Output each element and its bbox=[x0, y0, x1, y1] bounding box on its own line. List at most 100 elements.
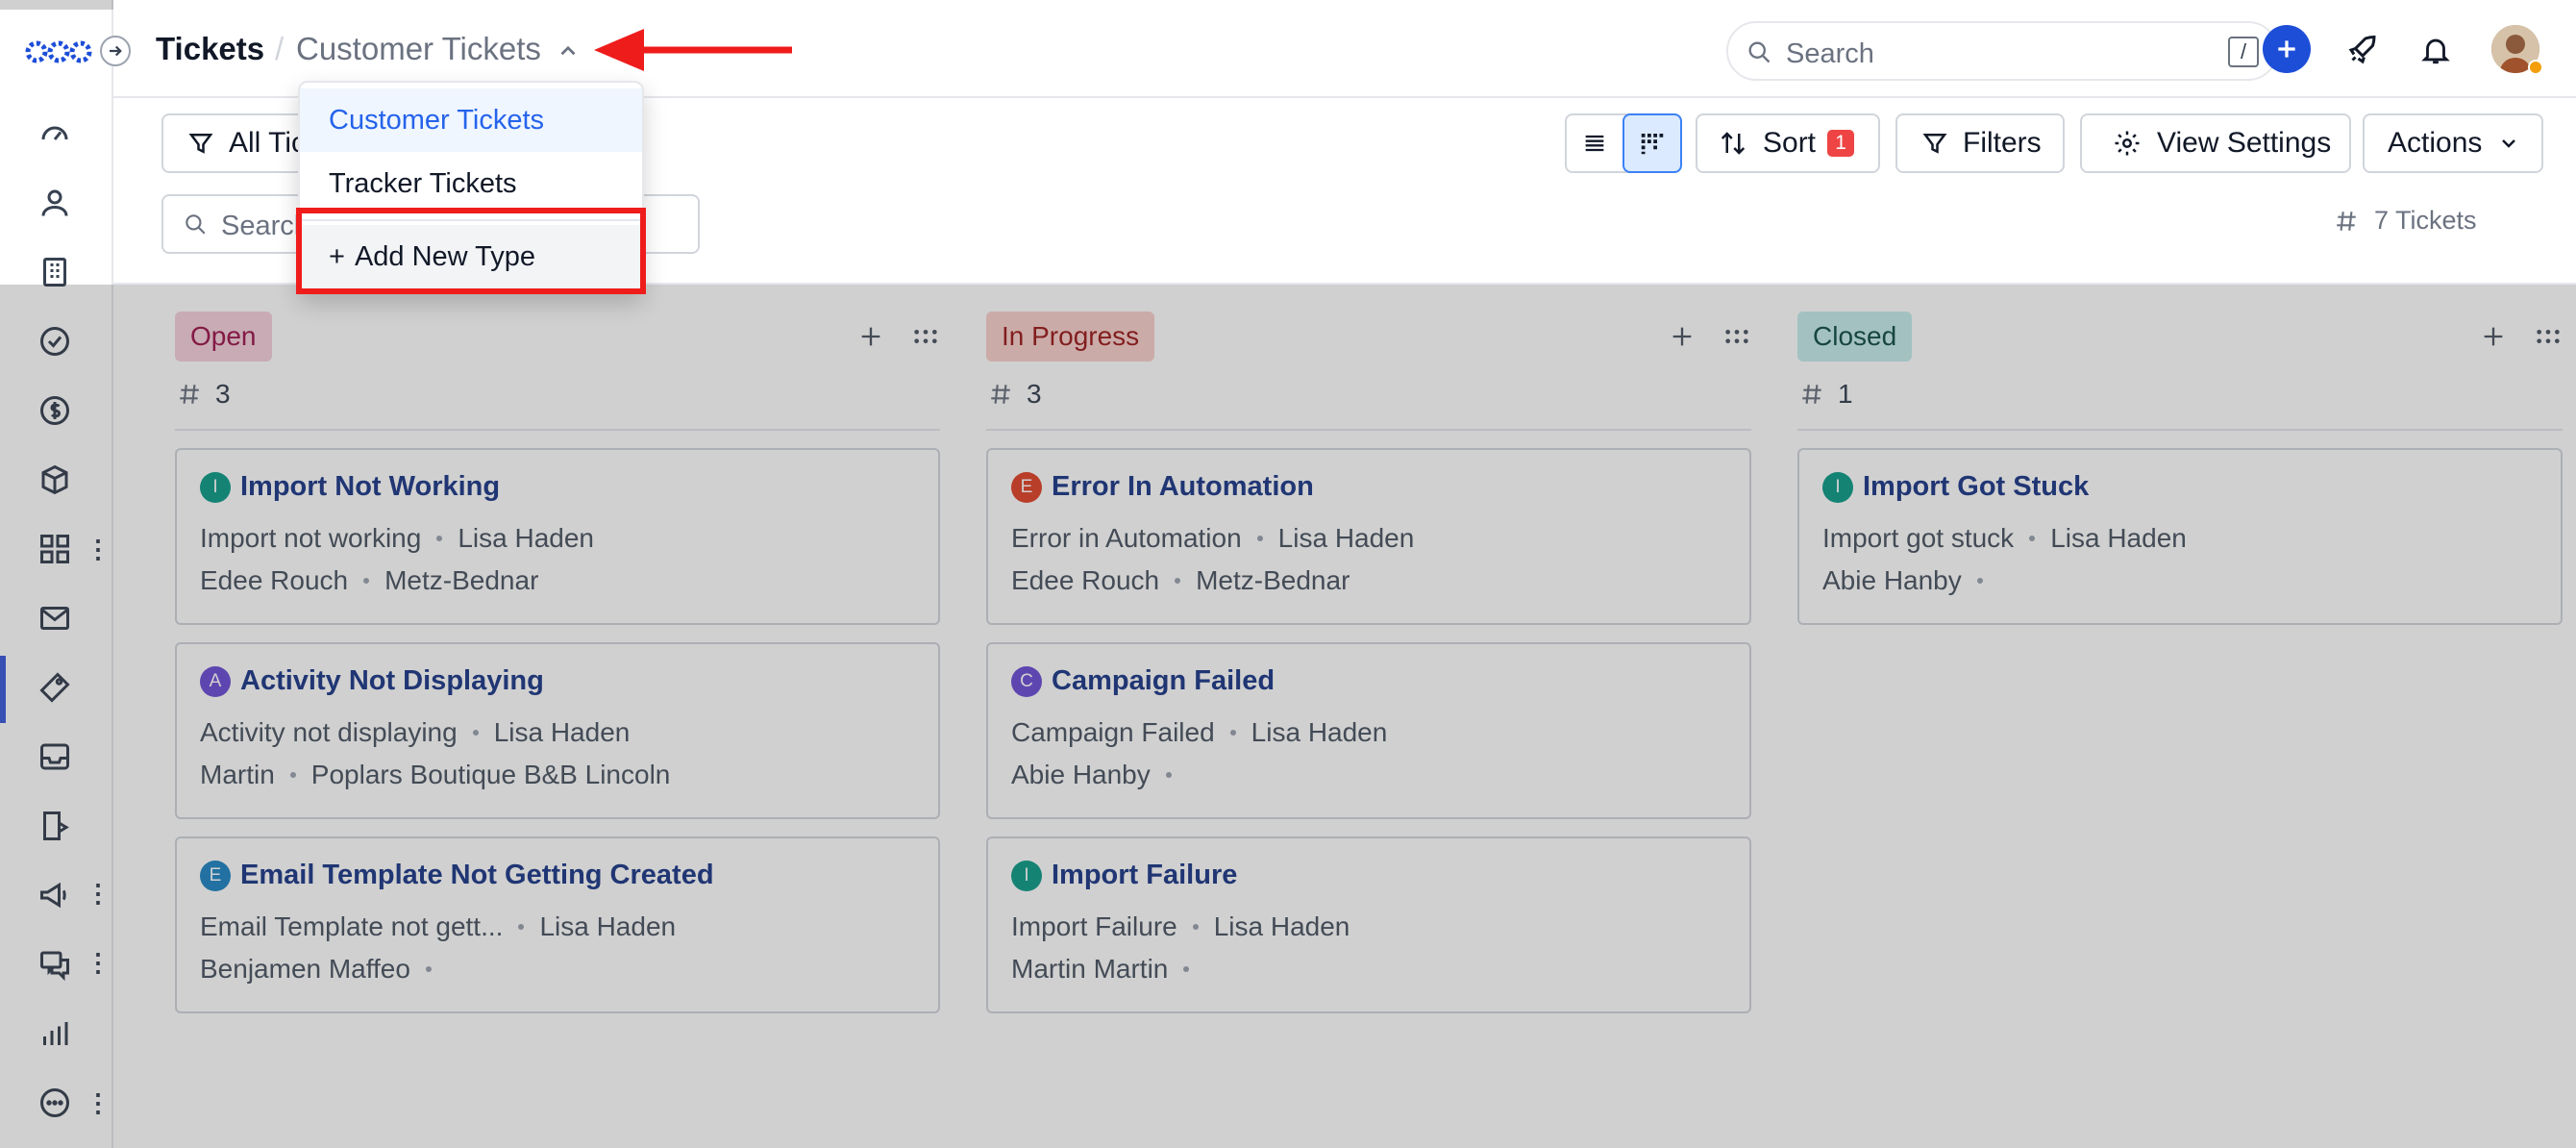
separator-dot bbox=[436, 536, 443, 541]
chevron-up-icon[interactable] bbox=[556, 38, 581, 63]
sort-button[interactable]: Sort 1 bbox=[1696, 113, 1880, 173]
apps-more-icon[interactable]: ⋮ bbox=[86, 533, 111, 565]
ticket-title[interactable]: Activity Not Displaying bbox=[240, 665, 544, 697]
mail-icon[interactable] bbox=[31, 594, 79, 642]
campaigns-more-icon[interactable]: ⋮ bbox=[86, 877, 111, 910]
bell-icon[interactable] bbox=[2415, 29, 2457, 71]
ticket-card[interactable]: C Campaign Failed Campaign Failed Lisa Ha… bbox=[986, 642, 1751, 819]
sort-count-badge: 1 bbox=[1827, 130, 1855, 157]
annotation-arrow-icon bbox=[594, 29, 792, 71]
arrow-right-icon bbox=[110, 45, 122, 57]
rocket-icon[interactable] bbox=[2341, 29, 2384, 71]
add-card-icon[interactable] bbox=[2480, 323, 2507, 350]
inbox-icon[interactable] bbox=[31, 733, 79, 781]
kanban-board: Open 3 I Import Not Working Import not w… bbox=[113, 285, 2576, 1148]
ticket-contact: Edee Rouch bbox=[200, 565, 349, 595]
ticket-title[interactable]: Campaign Failed bbox=[1052, 665, 1275, 697]
ticket-assignee: Lisa Haden bbox=[1251, 717, 1388, 747]
gear-icon bbox=[2115, 131, 2140, 156]
column-divider bbox=[1797, 429, 2563, 431]
ticket-badge: I bbox=[200, 471, 231, 503]
add-card-icon[interactable] bbox=[857, 323, 884, 350]
ticket-card[interactable]: I Import Got Stuck Import got stuck Lisa … bbox=[1797, 448, 2563, 625]
column-status-pill: Closed bbox=[1797, 312, 1913, 362]
column-in-progress: In Progress 3 E Error In Automation Erro… bbox=[925, 285, 1751, 1148]
add-card-icon[interactable] bbox=[1669, 323, 1696, 350]
column-count-value: 3 bbox=[1027, 379, 1042, 409]
ticket-title[interactable]: Import Got Stuck bbox=[1863, 471, 2089, 503]
ticket-subject: Campaign Failed bbox=[1011, 717, 1215, 747]
products-icon[interactable] bbox=[31, 456, 79, 504]
ticket-subject: Import not working bbox=[200, 523, 422, 553]
knowledge-icon[interactable] bbox=[31, 802, 79, 850]
companies-icon[interactable] bbox=[31, 248, 79, 296]
status-dot bbox=[2528, 60, 2543, 75]
view-settings-button[interactable]: View Settings bbox=[2080, 113, 2351, 173]
ticket-title[interactable]: Import Not Working bbox=[240, 471, 500, 503]
column-count: 1 bbox=[1799, 379, 1853, 410]
app-logo-icon[interactable] bbox=[25, 29, 92, 75]
dropdown-item-tracker-tickets[interactable]: Tracker Tickets bbox=[300, 152, 642, 215]
ticket-contact: Martin bbox=[200, 760, 275, 789]
column-menu-icon[interactable] bbox=[2534, 323, 2563, 350]
more-menu-icon[interactable]: ⋮ bbox=[86, 1086, 111, 1119]
dashboard-icon[interactable] bbox=[31, 110, 79, 158]
ticket-title[interactable]: Import Failure bbox=[1052, 860, 1237, 891]
breadcrumb-tickets[interactable]: Tickets bbox=[156, 31, 264, 67]
list-view-button[interactable] bbox=[1567, 115, 1622, 171]
filter-icon bbox=[188, 134, 213, 154]
ticket-card[interactable]: I Import Failure Import Failure Lisa Hade… bbox=[986, 836, 1751, 1013]
column-closed: Closed 1 I Import Got Stuck Import got s… bbox=[1736, 285, 2563, 1148]
reports-icon[interactable] bbox=[31, 1010, 79, 1058]
global-search-input[interactable]: Search / bbox=[1726, 21, 2278, 81]
ticket-badge: E bbox=[1011, 471, 1042, 503]
separator-dot bbox=[1229, 730, 1236, 736]
column-count: 3 bbox=[988, 379, 1042, 410]
ticket-assignee: Lisa Haden bbox=[539, 911, 677, 941]
kanban-view-button[interactable] bbox=[1622, 113, 1682, 173]
separator-dot bbox=[472, 730, 479, 736]
tickets-icon[interactable] bbox=[31, 663, 79, 711]
ticket-badge: I bbox=[1011, 860, 1042, 891]
quick-create-button[interactable] bbox=[2263, 25, 2311, 73]
ticket-card[interactable]: E Error In Automation Error in Automatio… bbox=[986, 448, 1751, 625]
contacts-icon[interactable] bbox=[31, 179, 79, 227]
column-divider bbox=[986, 429, 1751, 431]
campaigns-icon[interactable] bbox=[31, 871, 79, 919]
breadcrumb-ticket-type[interactable]: Customer Tickets bbox=[296, 31, 541, 67]
ticket-badge: A bbox=[200, 665, 231, 697]
filters-button[interactable]: Filters bbox=[1895, 113, 2065, 173]
ticket-title[interactable]: Error In Automation bbox=[1052, 471, 1314, 503]
separator-dot bbox=[1976, 578, 1983, 584]
ticket-contact: Abie Hanby bbox=[1822, 565, 1962, 595]
apps-icon[interactable] bbox=[31, 525, 79, 573]
hash-icon bbox=[991, 385, 1010, 404]
ticket-card[interactable]: A Activity Not Displaying Activity not d… bbox=[175, 642, 940, 819]
filter-icon bbox=[1922, 134, 1947, 154]
separator-dot bbox=[1183, 966, 1190, 972]
ticket-contact: Abie Hanby bbox=[1011, 760, 1151, 789]
dropdown-item-customer-tickets[interactable]: Customer Tickets bbox=[300, 88, 642, 152]
ticket-company: Metz-Bednar bbox=[1196, 565, 1350, 595]
tasks-icon[interactable] bbox=[31, 317, 79, 365]
sidebar-collapse-button[interactable] bbox=[100, 36, 131, 66]
column-count-value: 1 bbox=[1838, 379, 1853, 409]
ticket-card[interactable]: E Email Template Not Getting Created Ema… bbox=[175, 836, 940, 1013]
separator-dot bbox=[289, 772, 296, 778]
actions-button[interactable]: Actions bbox=[2363, 113, 2543, 173]
sidebar-active-indicator bbox=[0, 656, 6, 723]
chat-icon[interactable] bbox=[31, 940, 79, 988]
chat-more-icon[interactable]: ⋮ bbox=[86, 946, 111, 979]
more-icon[interactable] bbox=[31, 1079, 79, 1127]
ticket-subject: Import Failure bbox=[1011, 911, 1177, 941]
deals-icon[interactable] bbox=[31, 387, 79, 435]
separator-dot bbox=[2029, 536, 2036, 541]
ticket-contact: Benjamen Maffeo bbox=[200, 954, 410, 984]
ticket-badge: C bbox=[1011, 665, 1042, 697]
ticket-card[interactable]: I Import Not Working Import not working L… bbox=[175, 448, 940, 625]
separator-dot bbox=[1256, 536, 1263, 541]
plus-icon bbox=[2278, 40, 2295, 58]
hash-icon bbox=[1802, 385, 1821, 404]
separator-dot bbox=[1192, 924, 1199, 930]
ticket-title[interactable]: Email Template Not Getting Created bbox=[240, 860, 714, 891]
